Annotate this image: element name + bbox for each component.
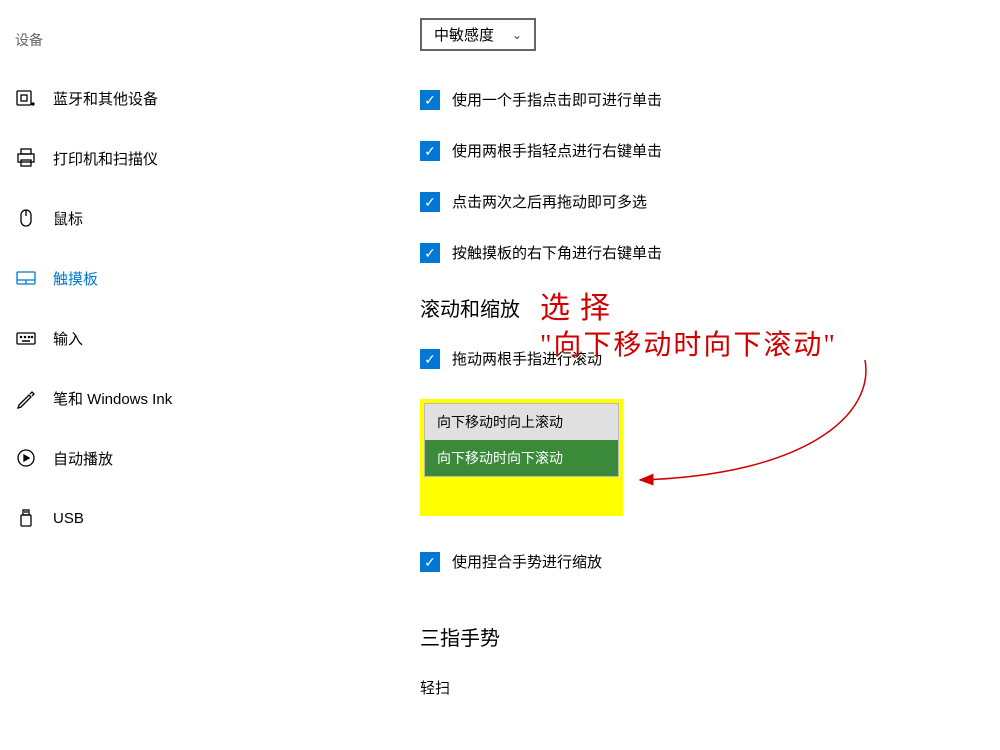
checkbox-label: 使用两根手指轻点进行右键单击	[452, 140, 662, 161]
checkbox-label: 使用捏合手势进行缩放	[452, 551, 602, 572]
checkbox-label: 拖动两根手指进行滚动	[452, 348, 602, 369]
sidebar-item-label: 输入	[53, 328, 83, 349]
usb-icon	[15, 507, 37, 529]
mouse-icon	[15, 207, 37, 229]
chevron-down-icon: ⌄	[512, 28, 522, 42]
checkmark-icon: ✓	[424, 555, 436, 569]
main-content: 中敏感度 ⌄ ✓ 使用一个手指点击即可进行单击 ✓ 使用两根手指轻点进行右键单击…	[300, 0, 1000, 750]
checkmark-icon: ✓	[424, 195, 436, 209]
checkbox-tap-single-click[interactable]: ✓ 使用一个手指点击即可进行单击	[420, 89, 1000, 110]
sidebar-item-label: 蓝牙和其他设备	[53, 88, 158, 109]
checkbox-label: 按触摸板的右下角进行右键单击	[452, 242, 662, 263]
checkmark-icon: ✓	[424, 352, 436, 366]
touchpad-icon	[15, 267, 37, 289]
sidebar-item-label: 自动播放	[53, 448, 113, 469]
sidebar-item-label: 鼠标	[53, 208, 83, 229]
sidebar-item-label: USB	[53, 510, 84, 527]
checkbox-box[interactable]: ✓	[420, 243, 440, 263]
highlighted-dropdown: 向下移动时向上滚动 向下移动时向下滚动	[420, 399, 623, 516]
swipe-label: 轻扫	[420, 677, 1000, 698]
checkbox-label: 点击两次之后再拖动即可多选	[452, 191, 647, 212]
pen-icon	[15, 387, 37, 409]
checkbox-corner-right-click[interactable]: ✓ 按触摸板的右下角进行右键单击	[420, 242, 1000, 263]
sidebar-item-mouse[interactable]: 鼠标	[15, 198, 300, 238]
checkbox-label: 使用一个手指点击即可进行单击	[452, 89, 662, 110]
sidebar-item-label: 打印机和扫描仪	[53, 148, 158, 169]
sensitivity-dropdown[interactable]: 中敏感度 ⌄	[420, 18, 536, 51]
checkmark-icon: ✓	[424, 93, 436, 107]
checkbox-tap-right-click[interactable]: ✓ 使用两根手指轻点进行右键单击	[420, 140, 1000, 161]
checkbox-pinch-zoom[interactable]: ✓ 使用捏合手势进行缩放	[420, 551, 1000, 572]
checkbox-box[interactable]: ✓	[420, 192, 440, 212]
checkbox-box[interactable]: ✓	[420, 552, 440, 572]
three-finger-heading: 三指手势	[420, 622, 1000, 651]
sidebar-item-typing[interactable]: 输入	[15, 318, 300, 358]
scroll-option-down[interactable]: 向下移动时向下滚动	[425, 440, 618, 476]
scroll-option-up[interactable]: 向下移动时向上滚动	[425, 404, 618, 440]
sidebar-item-touchpad[interactable]: 触摸板	[15, 258, 300, 298]
autoplay-icon	[15, 447, 37, 469]
keyboard-icon	[15, 327, 37, 349]
checkbox-two-finger-scroll[interactable]: ✓ 拖动两根手指进行滚动	[420, 348, 1000, 369]
sidebar-item-printers[interactable]: 打印机和扫描仪	[15, 138, 300, 178]
sidebar-item-bluetooth[interactable]: 蓝牙和其他设备	[15, 78, 300, 118]
sidebar-header: 设备	[15, 30, 300, 50]
sidebar-item-usb[interactable]: USB	[15, 498, 300, 538]
checkbox-tap-multiselect[interactable]: ✓ 点击两次之后再拖动即可多选	[420, 191, 1000, 212]
checkbox-box[interactable]: ✓	[420, 90, 440, 110]
printer-icon	[15, 147, 37, 169]
sidebar-item-pen[interactable]: 笔和 Windows Ink	[15, 378, 300, 418]
checkmark-icon: ✓	[424, 144, 436, 158]
checkbox-box[interactable]: ✓	[420, 349, 440, 369]
dropdown-value: 中敏感度	[434, 24, 494, 45]
scroll-zoom-heading: 滚动和缩放	[420, 293, 1000, 322]
checkmark-icon: ✓	[424, 246, 436, 260]
sidebar: 设备 蓝牙和其他设备 打印机和扫描仪	[0, 0, 300, 750]
checkbox-box[interactable]: ✓	[420, 141, 440, 161]
sidebar-item-label: 触摸板	[53, 268, 98, 289]
sidebar-item-autoplay[interactable]: 自动播放	[15, 438, 300, 478]
scroll-direction-dropdown-expanded[interactable]: 向下移动时向上滚动 向下移动时向下滚动	[424, 403, 619, 477]
bluetooth-devices-icon	[15, 87, 37, 109]
sidebar-item-label: 笔和 Windows Ink	[53, 388, 172, 409]
